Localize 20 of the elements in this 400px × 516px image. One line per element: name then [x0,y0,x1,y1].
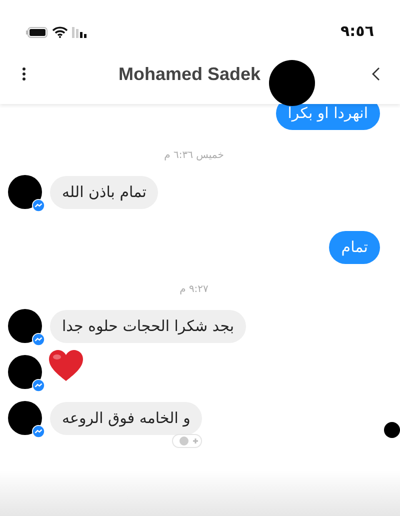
received-message: و الخامه فوق الروعه [50,402,202,434]
received-message: بجد شكرا الحجات حلوه جدا [50,310,246,342]
signal-icon [72,26,88,38]
timestamp: خميس ٦:٣٦ م [163,150,225,161]
messenger-badge-icon [32,425,45,438]
battery-icon [26,26,48,38]
heart-icon [48,349,84,383]
messenger-badge-icon [32,379,45,392]
wifi-icon [52,26,68,38]
sent-message: تمام [329,231,380,264]
contact-name: Mohamed Sadek [118,64,261,84]
messenger-badge-icon [32,333,45,346]
dot [384,422,400,438]
back-icon[interactable] [370,67,380,81]
more-options-icon[interactable] [22,67,26,81]
clock-time: ٩:٥٦ [340,22,374,40]
received-message: تمام باذن الله [50,176,158,208]
timestamp: ٩:٢٧ م [178,284,210,295]
messenger-badge-icon [32,199,45,212]
avatar [268,60,315,106]
